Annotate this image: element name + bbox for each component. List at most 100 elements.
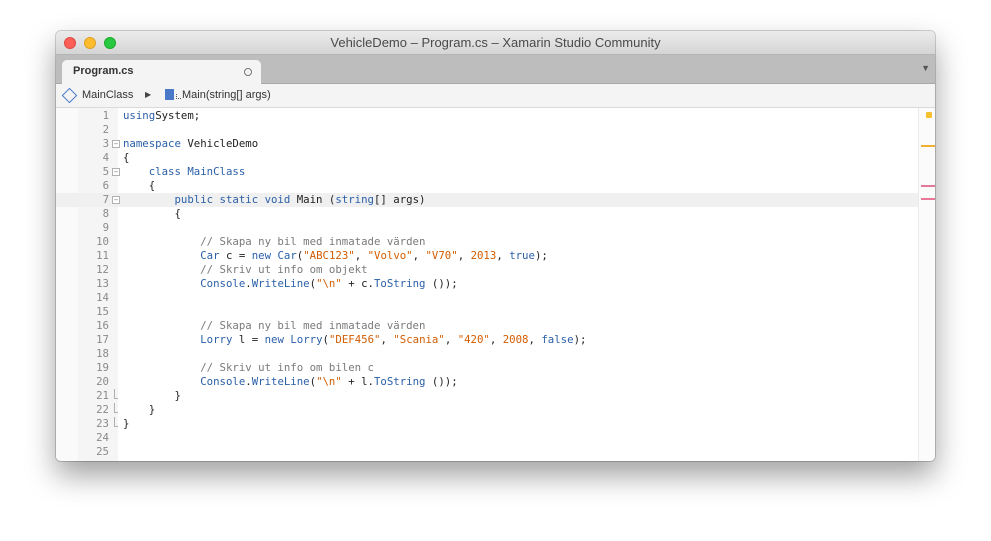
code-text[interactable]: } [123, 417, 129, 431]
code-text[interactable]: // Skriv ut info om objekt [123, 263, 367, 277]
code-text[interactable]: { [123, 179, 155, 193]
tab-program-cs[interactable]: Program.cs [62, 60, 261, 84]
code-text[interactable]: // Skapa ny bil med inmatade värden [123, 235, 425, 249]
code-line[interactable]: 17 Lorry l = new Lorry("DEF456", "Scania… [56, 333, 935, 347]
code-line[interactable]: 3− namespace VehicleDemo [56, 137, 935, 151]
code-token: { [123, 179, 156, 192]
code-text[interactable]: public static void Main (string[] args) [123, 193, 425, 207]
code-text[interactable]: usingSystem; [123, 109, 200, 123]
line-number: 4 [102, 151, 109, 164]
code-token: ()); [425, 375, 458, 388]
code-token: } [123, 389, 181, 402]
line-number: 3 [102, 137, 109, 150]
breadcrumb-class[interactable]: MainClass [82, 89, 133, 101]
code-line[interactable]: 15 [56, 305, 935, 319]
code-line[interactable]: 23} [56, 417, 935, 431]
code-editor[interactable]: 1 usingSystem; 2 3− namespace VehicleDemo 4{5… [56, 108, 935, 461]
code-line[interactable]: 11 Car c = new Car("ABC123", "Volvo", "V… [56, 249, 935, 263]
code-token: } [123, 417, 130, 430]
code-line[interactable]: 12 // Skriv ut info om objekt [56, 263, 935, 277]
fold-collapse-icon[interactable]: − [112, 140, 120, 148]
code-line[interactable]: 20 Console.WriteLine("\n" + l.ToString (… [56, 375, 935, 389]
code-token: Lorry [200, 333, 233, 346]
code-token: ); [534, 249, 548, 262]
close-tab-icon[interactable] [244, 68, 252, 76]
code-token: ); [573, 333, 587, 346]
title-bar[interactable]: VehicleDemo – Program.cs – Xamarin Studi… [56, 31, 935, 55]
error-marker[interactable] [921, 185, 935, 187]
code-line[interactable]: 5− class MainClass [56, 165, 935, 179]
line-number: 2 [102, 123, 109, 136]
code-token: // Skriv ut info om bilen c [200, 361, 374, 374]
line-number: 16 [96, 319, 109, 332]
fold-collapse-icon[interactable]: − [112, 168, 120, 176]
code-text[interactable]: } [123, 403, 155, 417]
overview-scrollbar[interactable] [918, 108, 935, 461]
code-token: , [354, 249, 368, 262]
fold-end-marker [114, 417, 118, 427]
code-line[interactable]: 6 { [56, 179, 935, 193]
breadcrumb-method[interactable]: Main(string[] args) [182, 89, 271, 101]
tab-dropdown-icon[interactable]: ▼ [921, 63, 930, 73]
code-token: + c. [341, 277, 374, 290]
code-text[interactable]: class MainClass [123, 165, 246, 179]
line-number: 15 [96, 305, 109, 318]
code-line[interactable]: 24 [56, 431, 935, 445]
code-text[interactable]: namespace VehicleDemo [123, 137, 258, 151]
ide-window: VehicleDemo – Program.cs – Xamarin Studi… [56, 31, 935, 461]
line-number: 12 [96, 263, 109, 276]
code-text[interactable]: { [123, 151, 129, 165]
code-text[interactable]: Lorry l = new Lorry("DEF456", "Scania", … [123, 333, 586, 347]
code-token: // Skapa ny bil med inmatade värden [200, 319, 426, 332]
line-number: 9 [102, 221, 109, 234]
code-line[interactable]: 18 [56, 347, 935, 361]
line-number: 21 [96, 389, 109, 402]
code-line[interactable]: 8 { [56, 207, 935, 221]
fold-collapse-icon[interactable]: − [112, 196, 120, 204]
code-token: false [541, 333, 574, 346]
code-text[interactable]: { [123, 207, 180, 221]
code-token: { [123, 151, 130, 164]
code-line[interactable]: 7− public static void Main (string[] arg… [56, 193, 935, 207]
code-line[interactable]: 1 usingSystem; [56, 109, 935, 123]
code-token: "Scania" [393, 333, 445, 346]
code-token: ToString [374, 375, 426, 388]
code-line[interactable]: 22 } [56, 403, 935, 417]
code-line[interactable]: 21 } [56, 389, 935, 403]
code-text[interactable]: // Skapa ny bil med inmatade värden [123, 319, 425, 333]
code-line[interactable]: 14 [56, 291, 935, 305]
code-token: "\n" [316, 277, 342, 290]
code-text[interactable]: Console.WriteLine("\n" + l.ToString ()); [123, 375, 458, 389]
code-line[interactable]: 13 Console.WriteLine("\n" + c.ToString (… [56, 277, 935, 291]
code-token: class [148, 165, 181, 178]
warning-marker[interactable] [921, 145, 935, 147]
line-number: 10 [96, 235, 109, 248]
code-text[interactable]: Car c = new Car("ABC123", "Volvo", "V70"… [123, 249, 548, 263]
code-line[interactable]: 19 // Skriv ut info om bilen c [56, 361, 935, 375]
code-line[interactable]: 9 [56, 221, 935, 235]
code-line[interactable]: 2 [56, 123, 935, 137]
code-text[interactable]: Console.WriteLine("\n" + c.ToString ()); [123, 277, 457, 291]
code-line[interactable]: 4{ [56, 151, 935, 165]
code-token: [] args) [373, 193, 426, 206]
code-line[interactable]: 25 [56, 445, 935, 459]
code-token: public static void [174, 193, 291, 206]
code-token: string [335, 193, 374, 206]
code-line[interactable]: 16 // Skapa ny bil med inmatade värden [56, 319, 935, 333]
code-token: , [444, 333, 458, 346]
code-token: WriteLine [251, 277, 310, 290]
code-text[interactable]: } [123, 389, 181, 403]
code-token: true [509, 249, 535, 262]
error-marker[interactable] [921, 198, 935, 200]
code-token: 2013 [470, 249, 497, 262]
code-token: l = [232, 333, 265, 346]
code-token: Console [200, 277, 246, 290]
line-number: 24 [96, 431, 109, 444]
code-token: "\n" [316, 375, 342, 388]
code-line[interactable]: 10 // Skapa ny bil med inmatade värden [56, 235, 935, 249]
code-text[interactable]: // Skriv ut info om bilen c [123, 361, 374, 375]
line-number: 18 [96, 347, 109, 360]
tab-label: Program.cs [73, 65, 134, 77]
